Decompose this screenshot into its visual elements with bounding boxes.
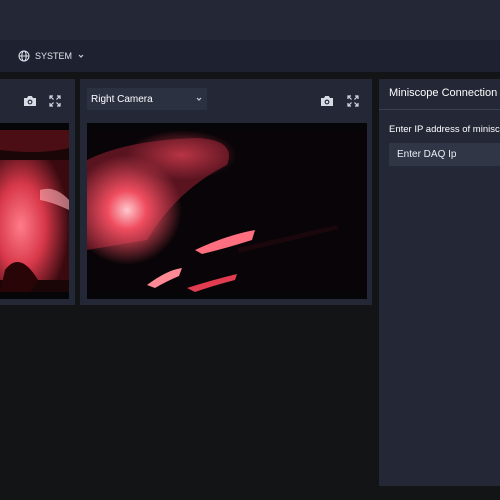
app-header: [0, 0, 500, 40]
camera-icon[interactable]: [319, 93, 335, 109]
divider: [379, 109, 500, 110]
chevron-down-icon: [77, 52, 85, 60]
right-camera-panel: Right Camera: [80, 79, 372, 305]
daq-ip-input[interactable]: [389, 143, 500, 166]
ip-address-label: Enter IP address of miniscope: [389, 124, 500, 135]
globe-icon: [18, 50, 30, 62]
chevron-down-icon: [195, 95, 203, 106]
camera-select-value: Right Camera: [91, 93, 153, 105]
panel-title: Miniscope Connection: [389, 87, 498, 99]
camera-select[interactable]: Right Camera: [87, 88, 207, 110]
system-menu[interactable]: SYSTEM: [18, 46, 85, 66]
miniscope-connection-panel: Miniscope Connection Enter IP address of…: [379, 79, 500, 486]
left-camera-feed: [0, 123, 69, 299]
left-camera-panel: [0, 79, 75, 305]
camera-icon[interactable]: [22, 93, 38, 109]
expand-icon[interactable]: [47, 93, 63, 109]
right-camera-feed: [87, 123, 367, 299]
expand-icon[interactable]: [345, 93, 361, 109]
system-label: SYSTEM: [35, 51, 73, 61]
